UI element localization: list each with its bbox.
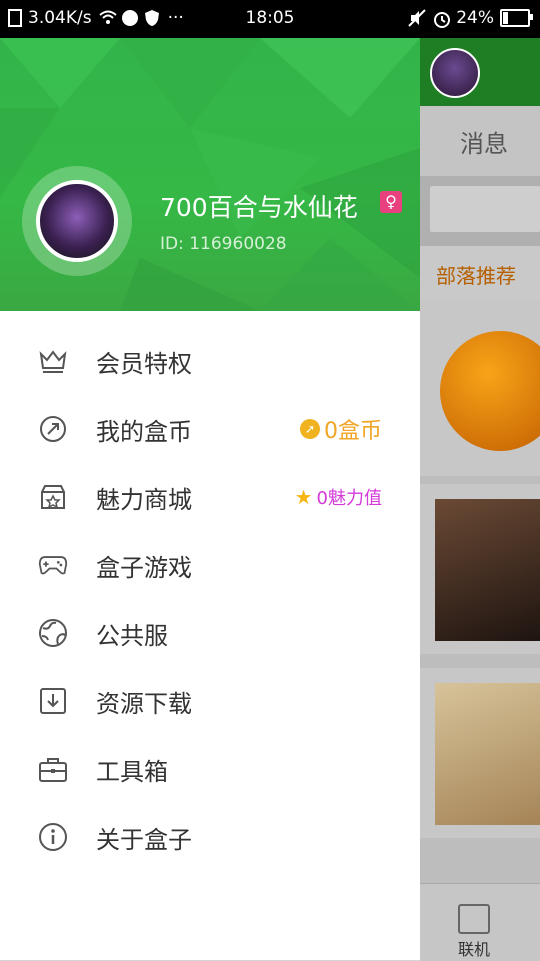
coin-balance: ➚ 0盒币 [300,413,382,445]
clock: 18:05 [245,8,295,28]
charm-balance-text: 0魅力值 [316,488,382,509]
globe-icon [38,618,68,648]
crown-icon [38,346,68,376]
gamepad-icon [38,550,68,580]
background-app: 消息 部落推荐 联机 [420,38,540,961]
menu-item-charm-store[interactable]: 魅力商城 ★ 0魅力值 [0,463,420,531]
server-icon[interactable] [458,904,490,934]
menu-item-public-server[interactable]: 公共服 [0,599,420,667]
drawer-header: 700百合与水仙花 ♀ ID: 116960028 [0,38,420,311]
charm-balance: ★ 0魅力值 [295,484,382,510]
menu-item-label: 魅力商城 [96,485,192,514]
battery-percent: 24% [456,8,494,28]
mute-icon [408,9,426,27]
menu-item-label: 资源下载 [96,689,192,718]
store-icon [38,482,68,512]
menu-item-vip[interactable]: 会员特权 [0,327,420,395]
bg-card-photo[interactable] [420,484,540,654]
menu-item-label: 会员特权 [96,349,192,378]
menu-item-about[interactable]: 关于盒子 [0,803,420,871]
coin-balance-text: 0盒币 [324,419,382,444]
compass-icon [38,414,68,444]
female-icon: ♀ [380,191,402,213]
user-id: ID: 116960028 [160,234,287,254]
bg-section-header: 部落推荐 [420,246,540,301]
toolbox-icon [38,754,68,784]
bg-section-label: 部落推荐 [436,264,516,288]
menu-item-games[interactable]: 盒子游戏 [0,531,420,599]
star-icon: ★ [294,485,313,509]
orange-image [440,331,540,451]
navigation-drawer: 700百合与水仙花 ♀ ID: 116960028 会员特权 我的盒币 ➚ 0盒… [0,38,420,960]
coin-icon: ➚ [300,419,320,439]
info-icon [38,822,68,852]
menu-item-label: 盒子游戏 [96,553,192,582]
menu-item-coins[interactable]: 我的盒币 ➚ 0盒币 [0,395,420,463]
battery-icon [500,9,533,27]
download-icon [38,686,68,716]
portrait-image [435,499,540,641]
bg-top-bar [420,38,540,106]
bg-card-robot[interactable] [420,668,540,838]
username[interactable]: 700百合与水仙花 [160,188,358,224]
drawer-menu: 会员特权 我的盒币 ➚ 0盒币 魅力商城 ★ 0魅力值 盒子游戏 公共服 资源下… [0,311,420,871]
bg-search-box[interactable] [430,186,540,232]
menu-item-downloads[interactable]: 资源下载 [0,667,420,735]
menu-item-label: 公共服 [96,621,168,650]
menu-item-toolbox[interactable]: 工具箱 [0,735,420,803]
bg-bottom-label[interactable]: 联机 [458,936,490,960]
status-bar: 3.04K/s ··· 18:05 24% [0,0,540,38]
bg-card-orange[interactable] [420,301,540,476]
bg-search-bar [420,176,540,246]
bg-tab-messages[interactable]: 消息 [460,124,508,159]
bg-tabs: 消息 [420,106,540,176]
alarm-icon [432,9,451,28]
menu-item-label: 工具箱 [96,757,168,786]
robot-image [435,683,540,825]
bg-avatar[interactable] [430,48,480,98]
menu-item-label: 关于盒子 [96,825,192,854]
menu-item-label: 我的盒币 [96,417,192,446]
bg-bottom-nav: 联机 [420,883,540,961]
user-avatar[interactable] [36,180,118,262]
